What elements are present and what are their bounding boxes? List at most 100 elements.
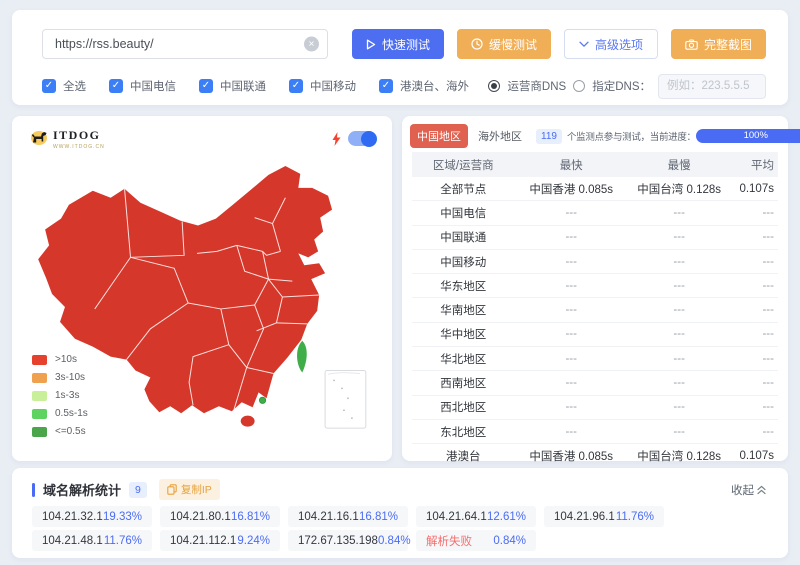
- tab-overseas-region[interactable]: 海外地区: [478, 128, 522, 144]
- table-cell: ---: [514, 401, 627, 413]
- table-cell: ---: [628, 280, 730, 292]
- checkbox-item-0[interactable]: ✓全选: [42, 78, 86, 94]
- itdog-logo: ITDOG WWW.ITDOG.CN: [30, 128, 105, 150]
- legend-label: 1s-3s: [55, 390, 79, 401]
- legend-label: <=0.5s: [55, 426, 86, 437]
- ip-percentage: 16.81%: [359, 511, 398, 523]
- taiwan-island: [297, 341, 307, 373]
- table-cell: ---: [514, 304, 627, 316]
- map-panel: ITDOG WWW.ITDOG.CN: [12, 116, 392, 461]
- checkbox-check-icon: ✓: [109, 79, 123, 93]
- options-row: ✓全选 ✓ 中国电信 ✓中国联通 ✓ 中国移动 ✓港澳台、海外 运营商DNS 指定DNS：: [42, 74, 766, 98]
- table-cell: ---: [628, 207, 730, 219]
- ip-percentage: 11.76%: [104, 535, 142, 547]
- advanced-options-button[interactable]: 高级选项: [564, 29, 658, 59]
- table-row: 华中地区---------: [412, 323, 778, 347]
- url-input[interactable]: [42, 29, 328, 59]
- operator-dns-label: 运营商DNS: [507, 78, 566, 94]
- table-cell: 西北地区: [412, 399, 514, 415]
- ip-stat-item: 解析失败0.84%: [416, 530, 536, 551]
- ip-stats-grid: 104.21.32.119.33%104.21.80.116.81%104.21…: [32, 506, 664, 551]
- ip-address: 172.67.135.198: [298, 535, 378, 547]
- table-row: 中国移动---------: [412, 250, 778, 274]
- ip-address: 104.21.16.1: [298, 511, 359, 523]
- table-cell: ---: [628, 256, 730, 268]
- legend-item-4: <=0.5s: [32, 426, 88, 437]
- table-cell: ---: [730, 328, 778, 340]
- checkbox-item-2[interactable]: ✓中国联通: [199, 78, 266, 94]
- result-table-body: 全部节点中国香港 0.085s中国台湾 0.128s0.107s中国电信----…: [412, 177, 778, 468]
- table-header-cell: 区域/运营商: [412, 157, 514, 173]
- table-row: 华北地区---------: [412, 347, 778, 371]
- table-cell: 中国香港 0.085s: [514, 181, 627, 197]
- quick-test-button[interactable]: 快速测试: [352, 29, 444, 59]
- ip-stat-item: 104.21.80.116.81%: [160, 506, 280, 527]
- full-screenshot-button[interactable]: 完整截图: [671, 29, 766, 59]
- table-cell: 华北地区: [412, 351, 514, 367]
- ip-percentage: 12.61%: [487, 511, 526, 523]
- ip-stat-item: 104.21.112.19.24%: [160, 530, 280, 551]
- result-table: 区域/运营商最快最慢平均 全部节点中国香港 0.085s中国台湾 0.128s0…: [412, 152, 778, 468]
- ip-address: 104.21.112.1: [170, 535, 236, 547]
- quick-test-label: 快速测试: [382, 36, 430, 53]
- table-cell: ---: [628, 353, 730, 365]
- progress-text: 个监测点参与测试，当前进度：: [567, 129, 696, 143]
- table-cell: ---: [730, 256, 778, 268]
- ip-address: 104.21.80.1: [170, 511, 231, 523]
- checkbox-item-1[interactable]: ✓ 中国电信: [109, 78, 176, 94]
- copy-ip-label: 复制IP: [181, 482, 212, 497]
- ip-address: 104.21.96.1: [554, 511, 615, 523]
- checkbox-label: 全选: [63, 78, 86, 94]
- legend-swatch: [32, 355, 47, 365]
- legend-swatch: [32, 427, 47, 437]
- custom-dns-input[interactable]: [658, 74, 766, 99]
- table-cell: 港澳台: [412, 448, 514, 464]
- checkbox-label: 中国电信: [130, 78, 176, 94]
- map-mode-toggle[interactable]: [348, 131, 376, 146]
- table-cell: ---: [628, 328, 730, 340]
- ip-stat-item: 104.21.48.111.76%: [32, 530, 152, 551]
- ip-percentage: 16.81%: [231, 511, 270, 523]
- logo-title: ITDOG: [53, 128, 105, 143]
- tab-china-region[interactable]: 中国地区: [410, 124, 468, 148]
- node-count-badge: 119: [536, 129, 562, 144]
- operator-dns-radio[interactable]: [488, 80, 500, 92]
- table-header-cell: 最快: [514, 157, 627, 173]
- collapse-button[interactable]: 收起: [731, 482, 766, 498]
- custom-dns-radio[interactable]: [573, 80, 585, 92]
- hainan-island: [241, 416, 255, 427]
- table-cell: 0.107s: [730, 450, 778, 462]
- table-cell: 中国移动: [412, 254, 514, 270]
- result-header: 中国地区 海外地区 119 个监测点参与测试，当前进度： 100%: [410, 125, 783, 147]
- clear-input-icon[interactable]: ✕: [304, 37, 319, 52]
- table-cell: ---: [514, 207, 627, 219]
- table-cell: 中国台湾 0.128s: [628, 181, 730, 197]
- custom-dns-label: 指定DNS：: [592, 78, 651, 94]
- table-cell: ---: [730, 207, 778, 219]
- hongkong-marker: [259, 397, 265, 403]
- ip-address: 104.21.64.1: [426, 511, 487, 523]
- ip-address: 解析失败: [426, 533, 472, 549]
- checkbox-label: 港澳台、海外: [400, 78, 469, 94]
- slow-test-button[interactable]: 缓慢测试: [457, 29, 551, 59]
- checkbox-item-4[interactable]: ✓港澳台、海外: [379, 78, 469, 94]
- lightning-icon: [332, 132, 341, 146]
- play-icon: [366, 39, 376, 50]
- checkbox-check-icon: ✓: [289, 79, 303, 93]
- table-row: 华东地区---------: [412, 274, 778, 298]
- checkbox-label: 中国移动: [310, 78, 356, 94]
- table-cell: ---: [514, 377, 627, 389]
- dog-logo-icon: [30, 128, 50, 146]
- table-header-cell: 最慢: [628, 157, 730, 173]
- copy-ip-button[interactable]: 复制IP: [159, 479, 220, 500]
- legend-label: 0.5s-1s: [55, 408, 88, 419]
- table-header-cell: 平均: [730, 157, 778, 173]
- legend-label: >10s: [55, 354, 77, 365]
- legend-swatch: [32, 409, 47, 419]
- table-cell: 华中地区: [412, 326, 514, 342]
- checkbox-item-3[interactable]: ✓ 中国移动: [289, 78, 356, 94]
- table-cell: 华东地区: [412, 278, 514, 294]
- ip-percentage: 19.33%: [103, 511, 142, 523]
- table-row: 东北地区---------: [412, 420, 778, 444]
- table-cell: 华南地区: [412, 302, 514, 318]
